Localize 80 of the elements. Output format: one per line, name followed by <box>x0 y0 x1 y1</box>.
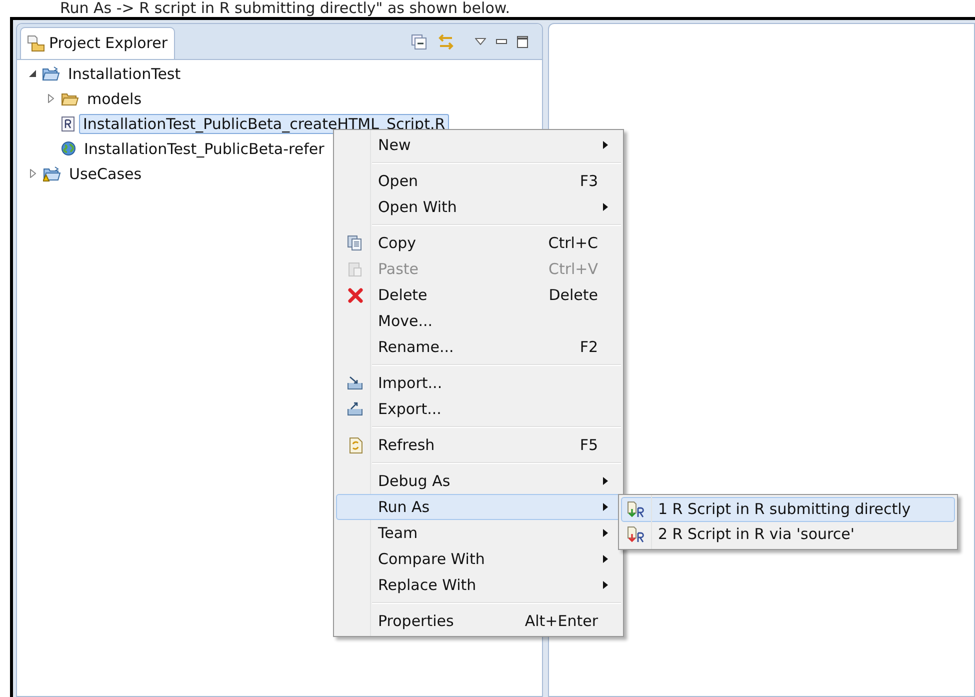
tree-item[interactable]: models <box>83 88 146 108</box>
menu-item[interactable]: Copy Ctrl+C <box>336 230 621 256</box>
menu-item[interactable]: Replace With <box>336 572 621 598</box>
menu-item[interactable]: Run As <box>336 494 621 520</box>
menu-item[interactable]: Open F3 <box>336 168 621 194</box>
submenu-arrow-icon <box>603 581 608 589</box>
clipboard-icon <box>347 261 363 277</box>
submenu-item[interactable]: 2 R Script in R via 'source' <box>621 522 955 547</box>
submenu-arrow-icon <box>603 477 608 485</box>
export-icon <box>347 402 363 416</box>
menu-item-label: Run As <box>378 496 430 518</box>
shortcut-text: F3 <box>580 170 598 192</box>
tree-item[interactable]: InstallationTest_PublicBeta-refer <box>80 138 328 158</box>
menu-item-label: Compare With <box>378 548 485 570</box>
menu-item-label: Team <box>378 522 418 544</box>
folder-icon <box>27 35 45 52</box>
menu-item-label: Properties <box>378 610 454 632</box>
menu-item-label: Export... <box>378 398 442 420</box>
menu-item-label: Copy <box>378 232 416 254</box>
delete-icon <box>348 288 362 302</box>
menu-item[interactable]: Team <box>336 520 621 546</box>
refresh-icon <box>348 436 362 454</box>
menu-item-label: Refresh <box>378 434 435 456</box>
menu-item-label: Rename... <box>378 336 454 358</box>
menu-item-label: Replace With <box>378 574 476 596</box>
menu-item-label: New <box>378 134 411 156</box>
tree-item[interactable]: InstallationTest <box>64 64 185 84</box>
shortcut-text: Delete <box>548 284 598 306</box>
expand-arrow-icon[interactable] <box>30 169 36 178</box>
collapse-all-icon[interactable] <box>411 34 427 50</box>
copy-icon <box>347 235 363 251</box>
menu-item-label: Open With <box>378 196 457 218</box>
submenu-arrow-icon <box>603 529 608 537</box>
view-menu-icon[interactable] <box>475 38 486 45</box>
menu-item[interactable]: Move... <box>336 308 621 334</box>
folder-icon <box>61 92 79 106</box>
menu-item[interactable]: Compare With <box>336 546 621 572</box>
r-file-icon <box>61 116 75 132</box>
submenu-item-label: 1 R Script in R submitting directly <box>658 499 911 520</box>
menu-item[interactable]: Open With <box>336 194 621 220</box>
maximize-icon[interactable] <box>517 36 528 48</box>
menu-item[interactable]: Refresh F5 <box>336 432 621 458</box>
submenu-arrow-icon <box>603 141 608 149</box>
menu-item[interactable]: New <box>336 132 621 158</box>
menu-item[interactable]: Delete Delete <box>336 282 621 308</box>
menu-item[interactable]: Debug As <box>336 468 621 494</box>
menu-item-label: Paste <box>378 258 418 280</box>
submenu-arrow-icon <box>603 555 608 563</box>
collapse-arrow-icon[interactable] <box>29 70 36 77</box>
menu-item-label: Import... <box>378 372 442 394</box>
menu-item-label: Open <box>378 170 418 192</box>
tree-item[interactable]: UseCases <box>65 164 146 184</box>
minimize-icon[interactable] <box>496 38 507 44</box>
globe-icon <box>61 141 76 156</box>
project-folder-icon <box>42 66 60 82</box>
import-icon <box>347 376 363 390</box>
menu-item-label: Debug As <box>378 470 450 492</box>
menu-item[interactable]: Import... <box>336 370 621 396</box>
tab-label: Project Explorer <box>49 33 168 54</box>
submenu-item-label: 2 R Script in R via 'source' <box>658 524 854 546</box>
menu-item[interactable]: Rename... F2 <box>336 334 621 360</box>
submenu-arrow-icon <box>603 203 608 211</box>
r-run-icon <box>627 500 647 518</box>
r-run-icon <box>627 526 647 544</box>
menu-item-label: Move... <box>378 310 433 332</box>
shortcut-text: Ctrl+C <box>548 232 598 254</box>
caption-text: Run As -> R script in R submitting directly" as shown below. <box>59 0 512 17</box>
submenu-item[interactable]: 1 R Script in R submitting directly <box>621 497 955 522</box>
tree-item[interactable]: InstallationTest_PublicBeta_createHTML_Script.R <box>79 114 450 134</box>
menu-item-label: Delete <box>378 284 428 306</box>
shortcut-text: Ctrl+V <box>548 258 598 280</box>
view-tab[interactable]: Project Explorer <box>20 27 175 59</box>
project-folder-icon <box>43 166 61 182</box>
menu-item[interactable]: Export... <box>336 396 621 422</box>
menu-item[interactable]: Properties Alt+Enter <box>336 608 621 634</box>
shortcut-text: Alt+Enter <box>524 610 598 632</box>
shortcut-text: F5 <box>580 434 598 456</box>
expand-arrow-icon[interactable] <box>48 94 54 103</box>
submenu-arrow-icon <box>603 503 608 511</box>
shortcut-text: F2 <box>580 336 598 358</box>
